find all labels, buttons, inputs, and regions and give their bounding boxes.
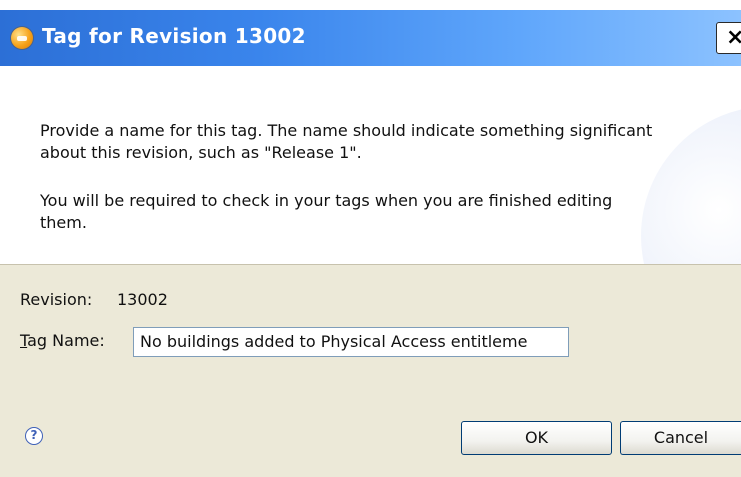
cancel-button[interactable]: Cancel <box>620 421 741 455</box>
dialog-header: Provide a name for this tag. The name sh… <box>0 66 741 264</box>
help-icon[interactable]: ? <box>25 427 43 445</box>
window-title: Tag for Revision 13002 <box>42 24 306 48</box>
revision-value: 13002 <box>117 290 168 309</box>
header-message-2: You will be required to check in your ta… <box>40 191 613 232</box>
tag-name-label-text: ag Name: <box>27 331 105 350</box>
close-button[interactable]: × <box>716 22 741 54</box>
revision-label: Revision: <box>20 290 93 309</box>
tag-name-input[interactable]: No buildings added to Physical Access en… <box>133 327 569 357</box>
dialog-body: Revision: 13002 Tag Name: No buildings a… <box>0 265 741 477</box>
header-message-1: Provide a name for this tag. The name sh… <box>40 121 653 162</box>
title-bar: Tag for Revision 13002 × <box>0 10 741 66</box>
tag-name-label: Tag Name: <box>20 331 105 350</box>
ok-button[interactable]: OK <box>461 421 612 455</box>
app-orange-icon <box>11 27 33 49</box>
